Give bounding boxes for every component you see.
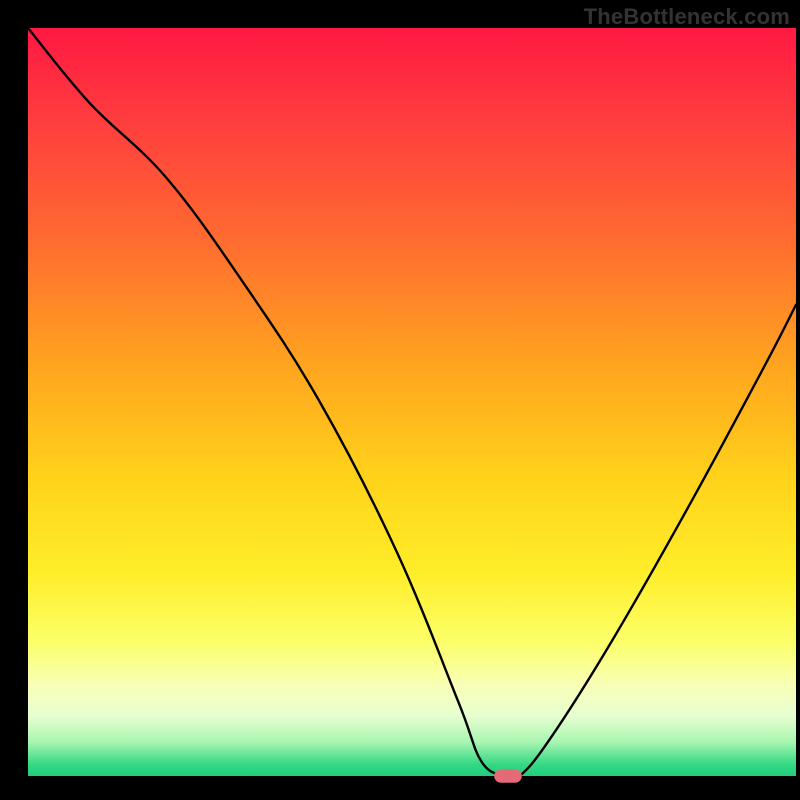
chart-container: TheBottleneck.com [0, 0, 800, 800]
plot-background [28, 28, 796, 776]
watermark-text: TheBottleneck.com [584, 4, 790, 30]
optimal-marker [494, 769, 522, 782]
bottleneck-chart [0, 0, 800, 800]
